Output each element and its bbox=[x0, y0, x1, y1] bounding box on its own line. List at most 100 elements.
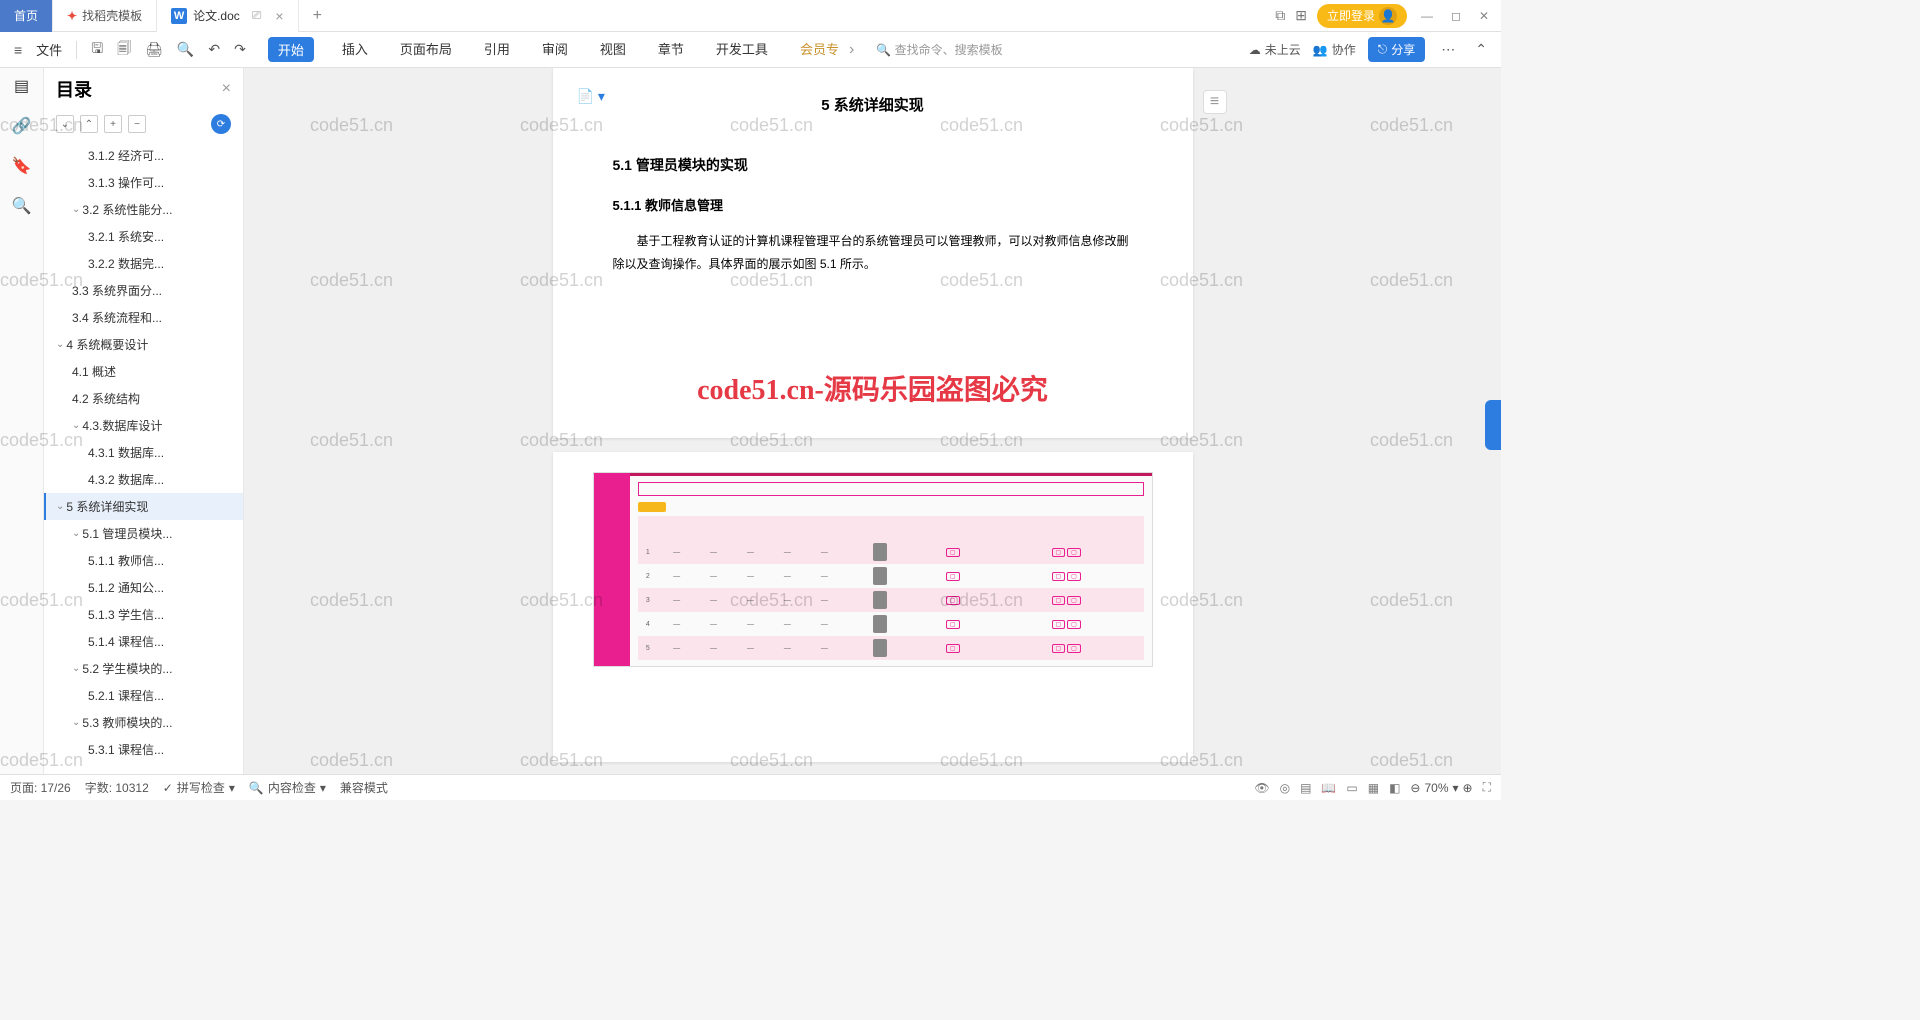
page-indicator[interactable]: 页面: 17/26 bbox=[10, 779, 71, 796]
search-panel-icon[interactable]: 🔍 bbox=[12, 196, 32, 216]
toc-item[interactable]: 4.3.2 数据库... bbox=[44, 466, 243, 493]
share-button[interactable]: ⎋ 分享 bbox=[1368, 37, 1426, 62]
doc-marker-icon[interactable]: 📄 ▾ bbox=[577, 88, 605, 105]
toc-item-label: 5.1.1 教师信... bbox=[88, 552, 164, 569]
rtab-view[interactable]: 视图 bbox=[596, 37, 630, 62]
zoom-control[interactable]: ⊖ 70% ▾ ⊕ bbox=[1410, 781, 1472, 795]
zoom-out-icon[interactable]: ⊖ bbox=[1410, 781, 1420, 795]
toc-item[interactable]: 3.4 系统流程和... bbox=[44, 304, 243, 331]
toc-item[interactable]: 3.1.3 操作可... bbox=[44, 169, 243, 196]
toc-item[interactable]: 4.2 系统结构 bbox=[44, 385, 243, 412]
remove-level-icon[interactable]: − bbox=[128, 115, 146, 133]
sync-icon[interactable]: ⟳ bbox=[211, 114, 231, 134]
toc-item-label: 4.3.1 数据库... bbox=[88, 444, 164, 461]
chevron-down-icon[interactable]: ⌄ bbox=[56, 339, 64, 350]
menu-icon[interactable]: ≡ bbox=[10, 42, 26, 58]
toc-item[interactable]: ⌄3.2 系统性能分... bbox=[44, 196, 243, 223]
minimize-icon[interactable]: — bbox=[1417, 9, 1437, 23]
close-icon[interactable]: × bbox=[275, 8, 283, 24]
toc-item-label: 5.3 教师模块的... bbox=[82, 714, 172, 731]
rtab-refs[interactable]: 引用 bbox=[480, 37, 514, 62]
search-box[interactable]: 🔍 查找命令、搜索模板 bbox=[876, 41, 1002, 58]
rtab-insert[interactable]: 插入 bbox=[338, 37, 372, 62]
toc-item[interactable]: 3.1.2 经济可... bbox=[44, 142, 243, 169]
add-level-icon[interactable]: + bbox=[104, 115, 122, 133]
tab-document[interactable]: W 论文.doc ⎚ × bbox=[157, 0, 298, 32]
toc-item[interactable]: ⌄5.2 学生模块的... bbox=[44, 655, 243, 682]
save-icon[interactable]: 🖫 bbox=[87, 38, 107, 62]
toc-item[interactable]: ⌄4.3.数据库设计 bbox=[44, 412, 243, 439]
expand-icon[interactable]: ⌃ bbox=[80, 115, 98, 133]
spell-check[interactable]: ✓ 拼写检查 ▾ bbox=[163, 779, 235, 796]
chevron-up-icon[interactable]: ⌃ bbox=[1471, 41, 1491, 58]
eye-icon[interactable]: 👁 bbox=[1254, 781, 1269, 795]
preview-icon[interactable]: 🔍 bbox=[173, 41, 198, 58]
toc-item[interactable]: ⌄5 系统详细实现 bbox=[44, 493, 243, 520]
toc-item[interactable]: 3.2.1 系统安... bbox=[44, 223, 243, 250]
rtab-review[interactable]: 审阅 bbox=[538, 37, 572, 62]
toc-item[interactable]: 5.1.3 学生信... bbox=[44, 601, 243, 628]
toc-item[interactable]: ⌄4 系统概要设计 bbox=[44, 331, 243, 358]
read-view-icon[interactable]: 📖 bbox=[1321, 781, 1336, 795]
chevron-down-icon[interactable]: ⌄ bbox=[72, 204, 80, 215]
toc-item[interactable]: 5.1.4 课程信... bbox=[44, 628, 243, 655]
file-menu[interactable]: 文件 bbox=[32, 40, 66, 59]
print-icon[interactable]: 🖨 bbox=[141, 41, 167, 58]
canvas[interactable]: 📄 ▾ ≡ 5 系统详细实现 5.1 管理员模块的实现 5.1.1 教师信息管理… bbox=[244, 68, 1501, 774]
tab-add[interactable]: + bbox=[299, 0, 336, 32]
tab-template[interactable]: ✦找稻壳模板 bbox=[53, 0, 157, 32]
login-button[interactable]: 立即登录👤 bbox=[1317, 4, 1407, 28]
collapse-icon[interactable]: ⌄ bbox=[56, 115, 74, 133]
share-icon[interactable]: 🔗 bbox=[12, 116, 32, 136]
toc-item[interactable]: ⌄5.1 管理员模块... bbox=[44, 520, 243, 547]
toc-item[interactable]: 4.1 概述 bbox=[44, 358, 243, 385]
layout-icon[interactable]: ⧉ bbox=[1275, 7, 1285, 24]
toc-item[interactable]: 3.3 系统界面分... bbox=[44, 277, 243, 304]
tab-home[interactable]: 首页 bbox=[0, 0, 53, 32]
chevron-down-icon[interactable]: ⌄ bbox=[56, 501, 64, 512]
zoom-in-icon[interactable]: ⊕ bbox=[1463, 781, 1473, 795]
web-view-icon[interactable]: ▦ bbox=[1368, 781, 1379, 795]
toc-item[interactable]: 5.1.1 教师信... bbox=[44, 547, 243, 574]
chevron-down-icon[interactable]: ⌄ bbox=[72, 717, 80, 728]
toc-item[interactable]: 3.2.2 数据完... bbox=[44, 250, 243, 277]
chevron-down-icon[interactable]: ⌄ bbox=[72, 663, 80, 674]
redo-icon[interactable]: ↷ bbox=[230, 41, 250, 58]
chevron-down-icon[interactable]: ⌄ bbox=[72, 420, 80, 431]
toc-item[interactable]: 5.2.1 课程信... bbox=[44, 682, 243, 709]
outline-view-icon[interactable]: ◧ bbox=[1389, 781, 1400, 795]
apps-icon[interactable]: ⊞ bbox=[1295, 7, 1307, 24]
toc-item[interactable]: ⌄5.3 教师模块的... bbox=[44, 709, 243, 736]
list-view-icon[interactable]: ▤ bbox=[1300, 781, 1311, 795]
page-view-icon[interactable]: ▭ bbox=[1346, 781, 1357, 795]
device-icon[interactable]: ⎚ bbox=[252, 8, 262, 23]
rtab-start[interactable]: 开始 bbox=[268, 37, 314, 62]
chevron-down-icon[interactable]: ⌄ bbox=[72, 528, 80, 539]
toc-item-label: 3.2.2 数据完... bbox=[88, 255, 164, 272]
feedback-tab[interactable] bbox=[1485, 400, 1501, 450]
maximize-icon[interactable]: ◻ bbox=[1447, 9, 1465, 23]
focus-icon[interactable]: ◎ bbox=[1280, 781, 1290, 795]
outline-icon[interactable]: ▤ bbox=[14, 76, 29, 96]
cloud-status[interactable]: ☁ 未上云 bbox=[1249, 41, 1301, 58]
rtab-layout[interactable]: 页面布局 bbox=[396, 37, 456, 62]
compat-mode[interactable]: 兼容模式 bbox=[340, 779, 388, 796]
toc-item[interactable]: 5.3.1 课程信... bbox=[44, 736, 243, 763]
page-settings-icon[interactable]: ≡ bbox=[1203, 90, 1227, 114]
toc-close-icon[interactable]: × bbox=[222, 80, 231, 98]
rtab-member[interactable]: 会员专 bbox=[796, 37, 843, 62]
rtab-devtools[interactable]: 开发工具 bbox=[712, 37, 772, 62]
bookmark-icon[interactable]: 🔖 bbox=[12, 156, 32, 176]
fullscreen-icon[interactable]: ⛶ bbox=[1483, 780, 1491, 795]
saveas-icon[interactable]: 🗐 bbox=[113, 38, 135, 62]
word-count[interactable]: 字数: 10312 bbox=[85, 779, 149, 796]
more-icon[interactable]: ⋯ bbox=[1437, 41, 1459, 58]
content-check[interactable]: 🔍 内容检查 ▾ bbox=[249, 779, 326, 796]
toc-item-label: 3.1.2 经济可... bbox=[88, 147, 164, 164]
rtab-chapter[interactable]: 章节 bbox=[654, 37, 688, 62]
toc-item[interactable]: 4.3.1 数据库... bbox=[44, 439, 243, 466]
close-window-icon[interactable]: ✕ bbox=[1475, 9, 1493, 23]
undo-icon[interactable]: ↶ bbox=[204, 41, 224, 58]
toc-item[interactable]: 5.1.2 通知公... bbox=[44, 574, 243, 601]
collab-button[interactable]: 👥 协作 bbox=[1313, 41, 1356, 58]
